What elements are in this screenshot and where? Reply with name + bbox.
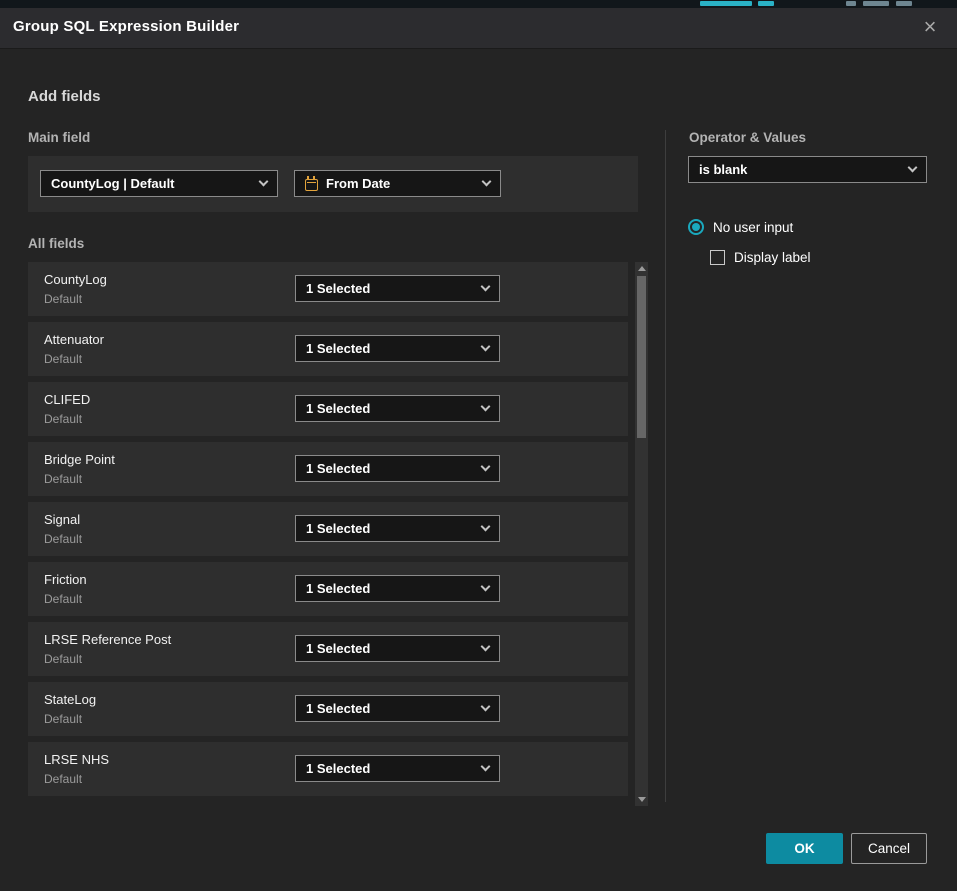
field-selected-label: 1 Selected	[306, 581, 473, 596]
field-selected-dropdown[interactable]: 1 Selected	[295, 275, 500, 302]
field-selected-dropdown[interactable]: 1 Selected	[295, 755, 500, 782]
field-subtitle: Default	[44, 652, 82, 666]
field-row: Signal Default 1 Selected	[28, 502, 628, 556]
no-user-input-label: No user input	[713, 220, 793, 235]
checkbox-unchecked-icon	[710, 250, 725, 265]
background-icon	[846, 1, 856, 6]
screen: Group SQL Expression Builder × Add field…	[0, 0, 957, 891]
field-subtitle: Default	[44, 772, 82, 786]
field-selected-dropdown[interactable]: 1 Selected	[295, 695, 500, 722]
field-selected-dropdown[interactable]: 1 Selected	[295, 635, 500, 662]
calendar-icon	[305, 179, 318, 191]
operator-dropdown-value: is blank	[699, 162, 900, 177]
chevron-down-icon	[259, 177, 269, 187]
field-name: Attenuator	[44, 332, 104, 347]
field-subtitle: Default	[44, 712, 82, 726]
field-row: Bridge Point Default 1 Selected	[28, 442, 628, 496]
layer-dropdown[interactable]: CountyLog | Default	[40, 170, 278, 197]
display-label-checkbox[interactable]: Display label	[710, 250, 811, 265]
field-row: Attenuator Default 1 Selected	[28, 322, 628, 376]
chevron-down-icon	[481, 642, 491, 652]
layer-dropdown-value: CountyLog | Default	[51, 176, 251, 191]
field-name: StateLog	[44, 692, 96, 707]
all-fields-list: CountyLog Default 1 Selected Attenuator …	[28, 262, 628, 802]
ok-button[interactable]: OK	[766, 833, 843, 864]
background-teal-text	[700, 1, 752, 6]
field-name: LRSE Reference Post	[44, 632, 171, 647]
add-fields-heading: Add fields	[28, 88, 101, 105]
field-name: Friction	[44, 572, 87, 587]
field-selected-dropdown[interactable]: 1 Selected	[295, 335, 500, 362]
main-field-panel: CountyLog | Default From Date	[28, 156, 638, 212]
main-field-dropdown-value: From Date	[326, 176, 474, 191]
chevron-down-icon	[481, 582, 491, 592]
chevron-down-icon	[482, 177, 492, 187]
no-user-input-radio[interactable]: No user input	[688, 219, 793, 235]
field-row: LRSE NHS Default 1 Selected	[28, 742, 628, 796]
scroll-down-icon[interactable]	[638, 797, 646, 802]
field-row: Friction Default 1 Selected	[28, 562, 628, 616]
chevron-down-icon	[481, 282, 491, 292]
scroll-up-icon[interactable]	[638, 266, 646, 271]
field-name: CountyLog	[44, 272, 107, 287]
field-row: LRSE Reference Post Default 1 Selected	[28, 622, 628, 676]
field-subtitle: Default	[44, 352, 82, 366]
field-name: Bridge Point	[44, 452, 115, 467]
field-selected-label: 1 Selected	[306, 701, 473, 716]
field-name: LRSE NHS	[44, 752, 109, 767]
chevron-down-icon	[481, 522, 491, 532]
chevron-down-icon	[481, 762, 491, 772]
field-name: Signal	[44, 512, 80, 527]
field-subtitle: Default	[44, 412, 82, 426]
field-row: CountyLog Default 1 Selected	[28, 262, 628, 316]
background-app-strip	[0, 0, 957, 8]
all-fields-heading: All fields	[28, 236, 84, 251]
field-subtitle: Default	[44, 292, 82, 306]
field-selected-label: 1 Selected	[306, 341, 473, 356]
chevron-down-icon	[481, 702, 491, 712]
field-selected-label: 1 Selected	[306, 641, 473, 656]
field-selected-label: 1 Selected	[306, 401, 473, 416]
field-name: CLIFED	[44, 392, 90, 407]
field-row: StateLog Default 1 Selected	[28, 682, 628, 736]
dialog-title: Group SQL Expression Builder	[13, 18, 239, 35]
field-selected-dropdown[interactable]: 1 Selected	[295, 395, 500, 422]
background-icon	[896, 1, 912, 6]
field-subtitle: Default	[44, 592, 82, 606]
display-label-label: Display label	[734, 250, 811, 265]
field-selected-label: 1 Selected	[306, 461, 473, 476]
field-selected-label: 1 Selected	[306, 521, 473, 536]
field-row: CLIFED Default 1 Selected	[28, 382, 628, 436]
operator-dropdown[interactable]: is blank	[688, 156, 927, 183]
chevron-down-icon	[908, 163, 918, 173]
chevron-down-icon	[481, 402, 491, 412]
list-scrollbar[interactable]	[635, 262, 648, 806]
field-selected-label: 1 Selected	[306, 281, 473, 296]
radio-selected-icon	[688, 219, 704, 235]
close-icon[interactable]: ×	[915, 12, 945, 42]
field-selected-dropdown[interactable]: 1 Selected	[295, 575, 500, 602]
field-subtitle: Default	[44, 532, 82, 546]
main-field-heading: Main field	[28, 130, 90, 145]
background-icon	[863, 1, 889, 6]
cancel-button[interactable]: Cancel	[851, 833, 927, 864]
field-selected-label: 1 Selected	[306, 761, 473, 776]
dialog-titlebar: Group SQL Expression Builder ×	[0, 8, 957, 48]
main-field-dropdown[interactable]: From Date	[294, 170, 501, 197]
group-sql-expression-builder-dialog: Group SQL Expression Builder × Add field…	[0, 8, 957, 891]
chevron-down-icon	[481, 462, 491, 472]
scrollbar-thumb[interactable]	[637, 276, 646, 438]
field-selected-dropdown[interactable]: 1 Selected	[295, 515, 500, 542]
operator-values-heading: Operator & Values	[689, 130, 806, 145]
chevron-down-icon	[481, 342, 491, 352]
field-subtitle: Default	[44, 472, 82, 486]
background-teal-icon	[758, 1, 774, 6]
field-selected-dropdown[interactable]: 1 Selected	[295, 455, 500, 482]
column-divider	[665, 130, 666, 802]
